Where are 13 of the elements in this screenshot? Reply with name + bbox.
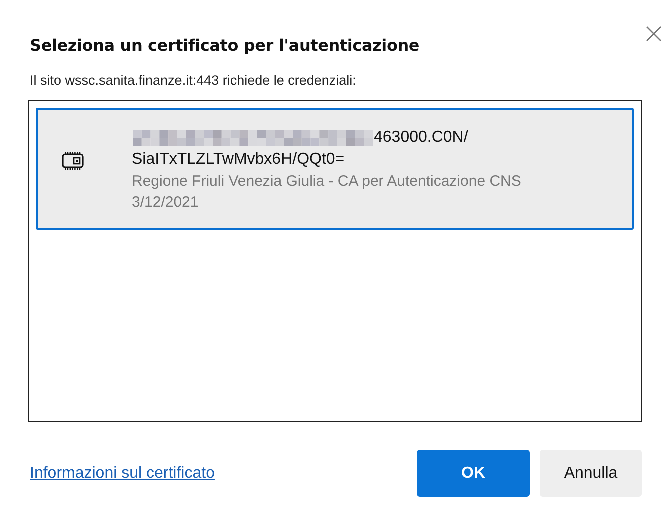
- ok-button[interactable]: OK: [417, 450, 530, 497]
- certificate-issuer: Regione Friuli Venezia Giulia - CA per Autenticazione CNS: [132, 172, 522, 192]
- cancel-button[interactable]: Annulla: [540, 450, 642, 497]
- chip-card-icon: [62, 152, 84, 170]
- certificate-subject: SiaITxTLZLTwMvbx6H/QQt0=: [132, 151, 345, 169]
- certificate-list[interactable]: 463000.C0N/ SiaITxTLZLTwMvbx6H/QQt0= Regione Friuli Venezia Giulia - CA per Autenticazione CNS 3/12/2021: [28, 100, 642, 422]
- certificate-info-link[interactable]: Informazioni sul certificato: [30, 464, 215, 482]
- certificate-subject: 463000.C0N/: [374, 129, 468, 147]
- close-icon[interactable]: [646, 26, 662, 42]
- dialog-title: Seleziona un certificato per l'autenticazione: [30, 36, 421, 55]
- certificate-date: 3/12/2021: [132, 193, 200, 213]
- dialog-message: Il sito wssc.sanita.finanze.it:443 richiede le credenziali:: [30, 73, 358, 88]
- certificate-item[interactable]: 463000.C0N/ SiaITxTLZLTwMvbx6H/QQt0= Regione Friuli Venezia Giulia - CA per Autenticazione CNS 3/12/2021: [36, 108, 634, 230]
